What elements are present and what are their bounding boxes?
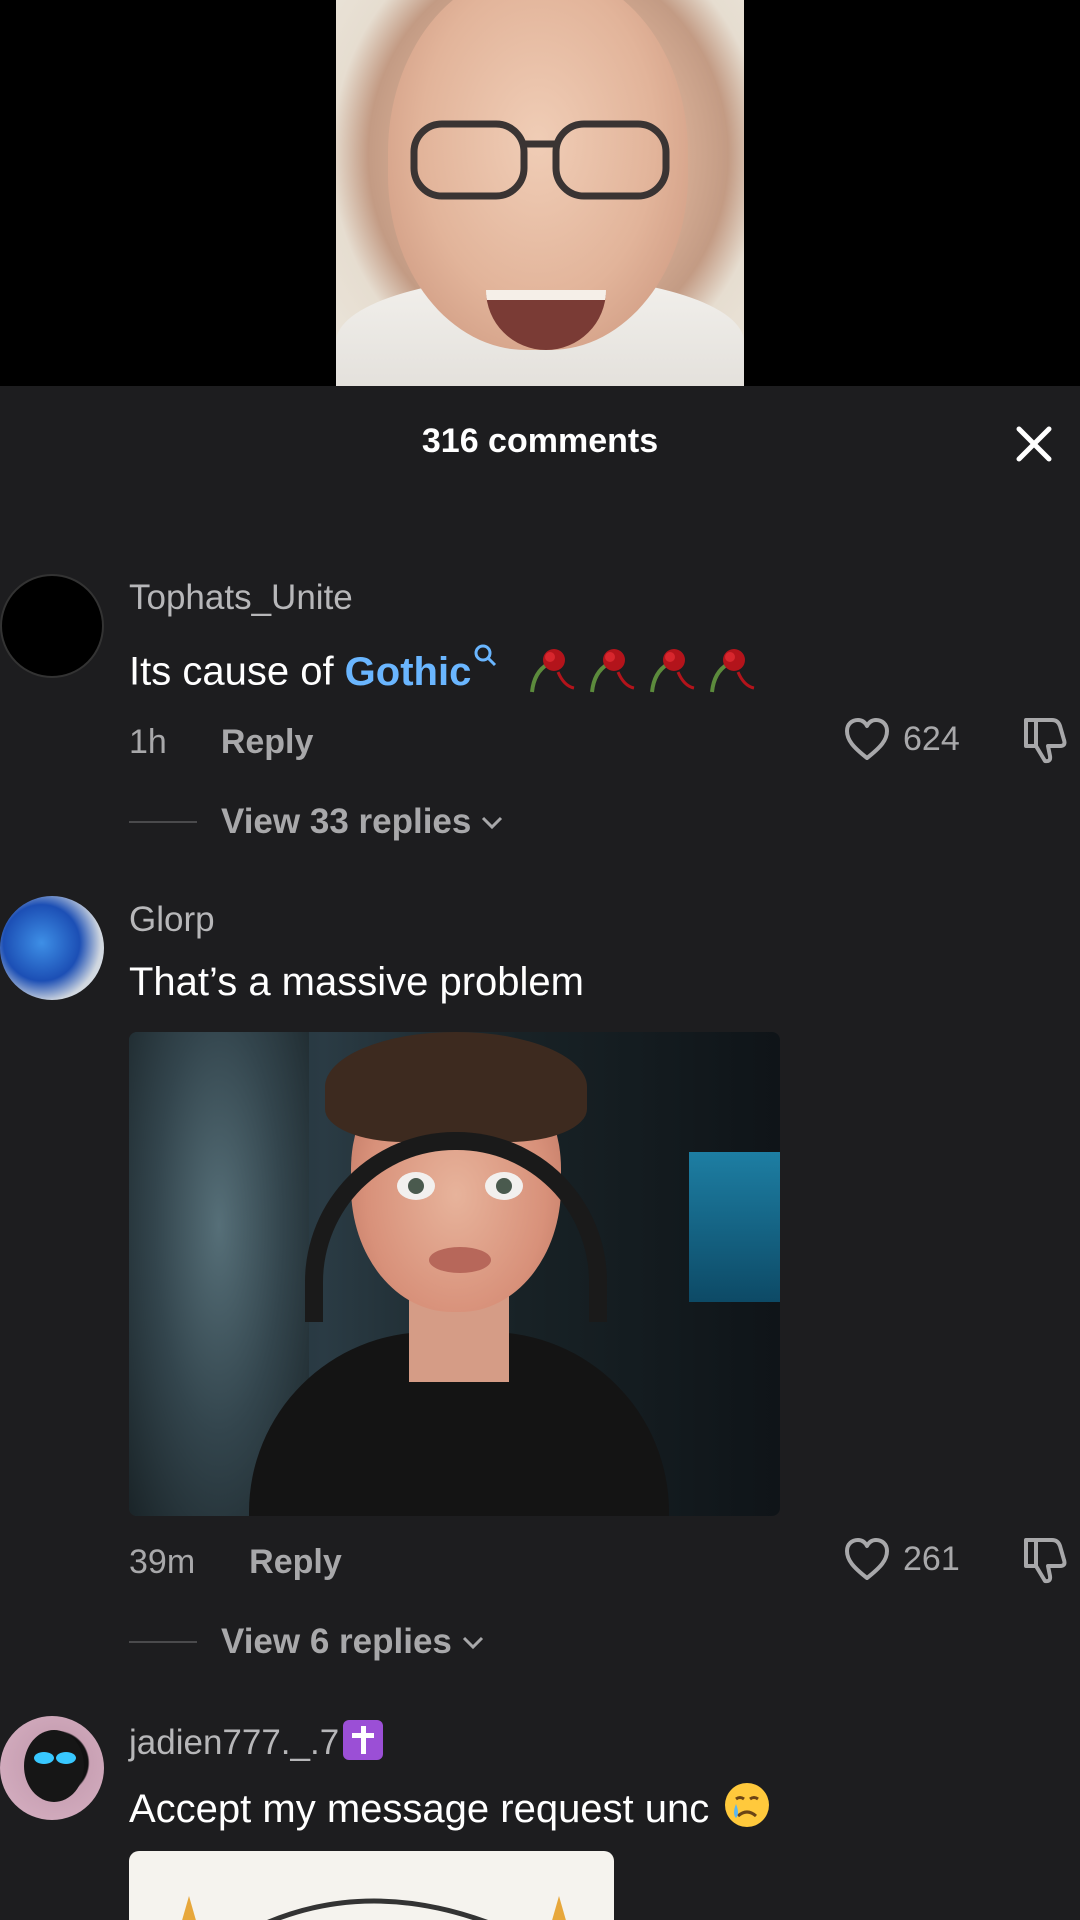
avatar-mask-graphic [24, 1730, 84, 1802]
glasses-graphic [410, 120, 670, 200]
heart-icon [845, 718, 889, 760]
image-person-hair [325, 1032, 587, 1142]
like-count: 261 [903, 1539, 960, 1578]
like-button[interactable]: 261 [843, 1536, 960, 1582]
reply-button[interactable]: Reply [249, 1543, 342, 1581]
chevron-down-icon [482, 816, 503, 830]
comment-meta: 39m Reply [129, 1543, 342, 1582]
comment-username[interactable]: jadien777._.7 [129, 1720, 384, 1763]
comment-text-body: Accept my message request unc [129, 1787, 710, 1831]
heart-icon [845, 1538, 889, 1580]
search-link-label: Gothic [344, 649, 472, 694]
comment-text: That’s a massive problem [129, 960, 584, 1004]
comment-image[interactable] [129, 1851, 614, 1920]
dislike-icon[interactable] [1018, 714, 1070, 766]
comment-username[interactable]: Tophats_Unite [129, 578, 353, 618]
replies-divider [129, 1641, 197, 1643]
chevron-down-icon [462, 1636, 483, 1650]
view-replies-label: View 33 replies [221, 802, 472, 841]
close-icon[interactable] [1010, 420, 1058, 468]
video-preview[interactable] [0, 0, 1080, 386]
view-replies-label: View 6 replies [221, 1622, 452, 1661]
view-replies-button[interactable]: View 6 replies [129, 1622, 486, 1662]
avatar[interactable] [0, 896, 104, 1000]
comment-text: Its cause of Gothic [129, 642, 762, 706]
image-lips [429, 1247, 491, 1273]
comment-timestamp: 1h [129, 723, 167, 761]
comments-header: 316 comments [0, 386, 1080, 498]
comments-count-title: 316 comments [421, 422, 659, 460]
comment-username-text: jadien777._.7 [129, 1723, 340, 1762]
search-icon [474, 644, 497, 666]
comment-text-prefix: Its cause of [129, 649, 345, 694]
like-button[interactable]: 624 [843, 716, 960, 762]
video-thumbnail [336, 0, 744, 386]
crying-face-icon [725, 1783, 770, 1827]
latin-cross-icon [343, 1720, 384, 1760]
comment-meta: 1h Reply [129, 723, 313, 762]
wilted-rose-icon [522, 642, 762, 706]
comment-image[interactable] [129, 1032, 780, 1516]
image-eye-right [485, 1172, 523, 1200]
comment-username[interactable]: Glorp [129, 900, 215, 940]
comment-timestamp: 39m [129, 1543, 196, 1581]
reply-button[interactable]: Reply [221, 723, 314, 761]
replies-divider [129, 821, 197, 823]
dislike-icon[interactable] [1018, 1534, 1070, 1586]
search-link[interactable]: Gothic [344, 644, 498, 694]
comments-sheet: 316 comments Tophats_Unite Its cause of … [0, 386, 1080, 1920]
view-replies-button[interactable]: View 33 replies [129, 802, 505, 842]
image-sketch-graphic [182, 1896, 566, 1920]
image-eye-left [397, 1172, 435, 1200]
image-monitor [689, 1152, 780, 1302]
avatar[interactable] [0, 1716, 104, 1820]
like-count: 624 [903, 719, 960, 758]
comment-text: Accept my message request unc [129, 1780, 772, 1832]
avatar[interactable] [0, 574, 104, 678]
